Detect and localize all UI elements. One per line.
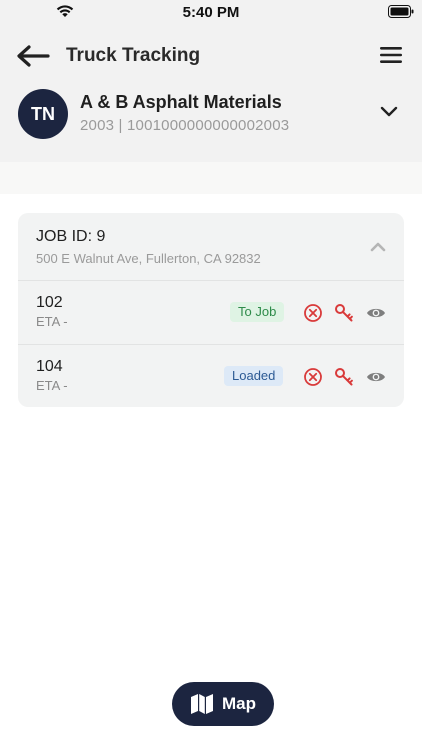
menu-icon [380, 47, 402, 63]
cancel-truck-button[interactable] [302, 302, 324, 324]
job-title: JOB ID: 9 [36, 228, 106, 245]
company-subtitle: 2003 | 1001000000000002003 [80, 117, 290, 134]
chevron-up-icon [370, 242, 386, 252]
status-bar: 5:40 PM [0, 0, 422, 24]
key-icon [335, 368, 353, 386]
status-badge: To Job [230, 302, 285, 322]
job-card: JOB ID: 9 500 E Walnut Ave, Fullerton, C… [18, 213, 404, 407]
view-button[interactable] [365, 302, 387, 324]
cancel-truck-button[interactable] [302, 366, 324, 388]
company-avatar: TN [18, 89, 68, 139]
truck-row[interactable]: 102 ETA - To Job [18, 280, 404, 344]
page-title: Truck Tracking [66, 45, 201, 66]
app-header: Truck Tracking TN A & B Asphalt Material… [0, 24, 422, 162]
key-icon [335, 304, 353, 322]
map-button-label: Map [222, 694, 256, 713]
truck-eta: ETA - [36, 314, 68, 329]
back-button[interactable] [16, 44, 52, 70]
truck-id: 102 [36, 294, 63, 311]
cancel-circle-icon [304, 368, 322, 386]
job-header[interactable]: JOB ID: 9 500 E Walnut Ave, Fullerton, C… [18, 213, 404, 280]
company-selector[interactable]: TN A & B Asphalt Materials 2003 | 100100… [0, 88, 422, 140]
menu-button[interactable] [380, 46, 402, 66]
map-button[interactable]: Map [172, 682, 274, 726]
content-top-strip [0, 162, 422, 194]
key-button[interactable] [333, 302, 355, 324]
eye-icon [367, 308, 385, 318]
eye-icon [367, 372, 385, 382]
map-icon [191, 694, 213, 714]
status-time: 5:40 PM [182, 4, 240, 21]
battery-icon [388, 5, 414, 18]
cancel-circle-icon [304, 304, 322, 322]
key-button[interactable] [333, 366, 355, 388]
truck-row[interactable]: 104 ETA - Loaded [18, 344, 404, 407]
job-address: 500 E Walnut Ave, Fullerton, CA 92832 [36, 251, 261, 266]
chevron-down-icon [380, 106, 398, 117]
truck-eta: ETA - [36, 378, 68, 393]
truck-id: 104 [36, 358, 63, 375]
view-button[interactable] [365, 366, 387, 388]
back-arrow-icon [17, 45, 50, 67]
status-badge: Loaded [224, 366, 284, 386]
company-name: A & B Asphalt Materials [80, 92, 282, 112]
